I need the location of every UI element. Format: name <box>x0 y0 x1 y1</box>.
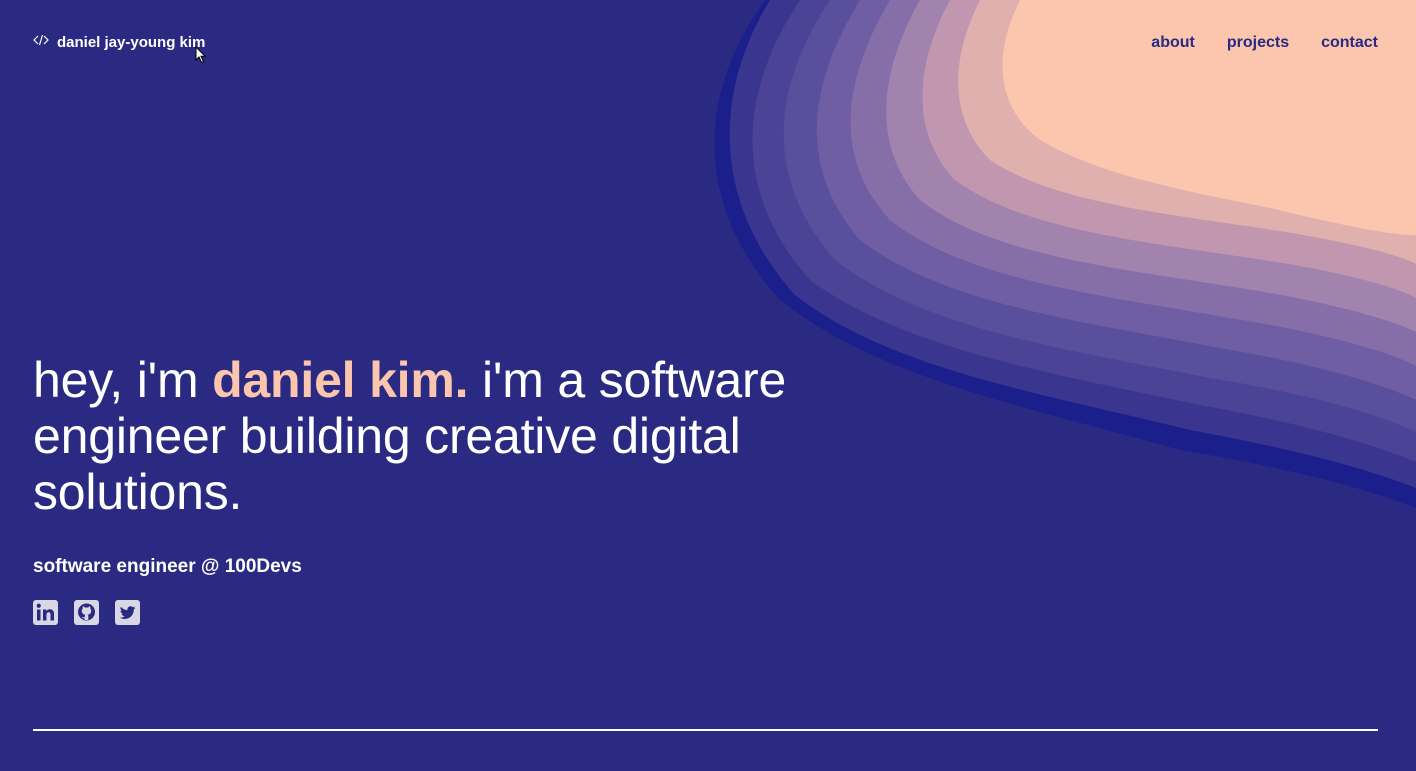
hero-section: hey, i'm daniel kim. i'm a software engi… <box>33 352 913 520</box>
hero-subtitle: software engineer @ 100Devs <box>33 556 302 577</box>
code-icon <box>33 34 49 45</box>
nav-about-link[interactable]: about <box>1151 34 1195 52</box>
hero-intro: hey, i'm <box>33 352 213 408</box>
twitter-icon <box>115 600 140 625</box>
twitter-link[interactable] <box>115 600 140 625</box>
mouse-cursor-icon <box>195 46 207 64</box>
hero-name: daniel kim. <box>212 352 469 408</box>
linkedin-icon <box>33 600 58 625</box>
nav-projects-link[interactable]: projects <box>1227 34 1289 52</box>
github-link[interactable] <box>74 600 99 625</box>
social-links <box>33 600 140 625</box>
top-navbar: daniel jay-young kim about projects cont… <box>0 0 1416 90</box>
nav-contact-link[interactable]: contact <box>1321 34 1378 52</box>
github-icon <box>74 600 99 625</box>
linkedin-link[interactable] <box>33 600 58 625</box>
section-divider <box>33 729 1378 731</box>
brand-home-link[interactable]: daniel jay-young kim <box>33 34 205 51</box>
hero-heading: hey, i'm daniel kim. i'm a software engi… <box>33 352 913 520</box>
nav-links: about projects contact <box>1151 34 1378 52</box>
brand-name: daniel jay-young kim <box>57 34 206 51</box>
